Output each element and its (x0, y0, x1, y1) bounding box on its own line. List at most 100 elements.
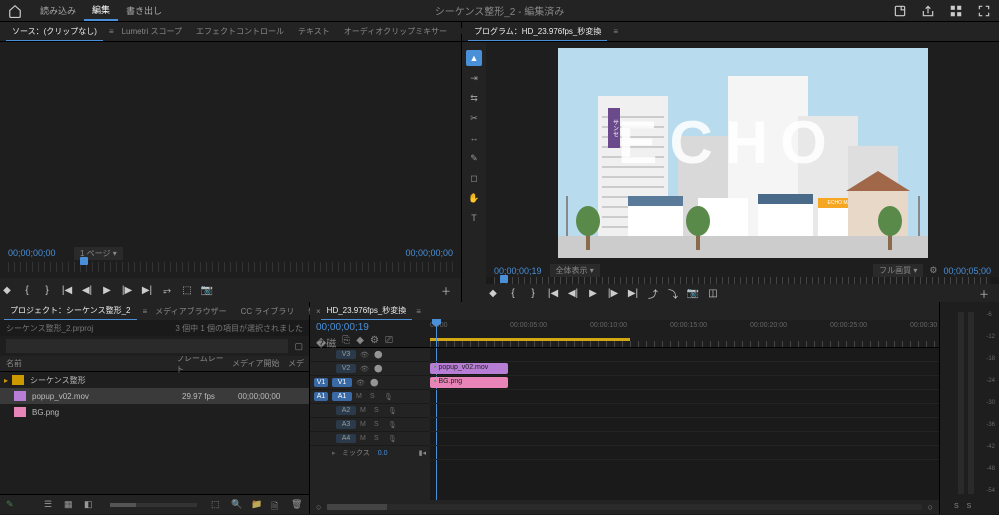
solo-icon[interactable]: S (374, 421, 384, 428)
program-tab[interactable]: プログラム：HD_23.976fps_秒変換 (468, 23, 607, 41)
rectangle-tool-icon[interactable]: ◻ (466, 170, 482, 186)
source-playhead[interactable] (80, 257, 88, 265)
program-playhead[interactable] (500, 275, 508, 283)
razor-tool-icon[interactable]: ✂ (466, 110, 482, 126)
step-forward-icon[interactable]: |▶ (606, 286, 620, 300)
play-icon[interactable]: ▶ (586, 286, 600, 300)
voice-over-icon[interactable]: 🎙 (388, 407, 398, 415)
rw-toggle-icon[interactable]: ✎ (6, 499, 18, 511)
project-tab-cclib[interactable]: CC ライブラリ (235, 303, 301, 320)
source-tab-noclip[interactable]: ソース：(クリップなし) (6, 23, 103, 41)
project-tab-project[interactable]: プロジェクト：シーケンス整形_2 (4, 302, 137, 320)
project-columns[interactable]: 名前 フレームレート メディア開始 メデ (0, 356, 309, 372)
timeline-ruler[interactable]: 00:00 00:00:05:00 00:00:10:00 00:00:15:0… (430, 320, 939, 347)
mark-out-icon[interactable]: } (40, 283, 54, 297)
sync-lock-icon[interactable]: ⚪ (374, 351, 384, 359)
work-area-bar[interactable] (430, 338, 630, 341)
solo-right-icon[interactable]: S (967, 503, 972, 510)
mix-meter-icon[interactable]: ▮◂ (419, 449, 426, 457)
icon-view-icon[interactable]: ▦ (64, 499, 76, 511)
find-icon[interactable]: 🔍 (231, 499, 243, 511)
button-editor-icon[interactable]: ＋ (439, 283, 453, 297)
automate-icon[interactable]: ⬚ (211, 499, 223, 511)
program-monitor[interactable]: ECHO MART サンセ ECHO (486, 42, 999, 264)
track-area[interactable]: ▪ popup_v02.mov ▪ BG.png (430, 348, 939, 500)
workspace-menu-icon[interactable] (949, 4, 963, 18)
delete-icon[interactable]: 🗑 (291, 499, 303, 511)
workspace-tab-edit[interactable]: 編集 (84, 0, 118, 21)
track-v1-header[interactable]: V1 (332, 378, 352, 387)
source-tab-effectcontrols[interactable]: エフェクトコントロール (190, 23, 290, 40)
toggle-output-icon[interactable]: 👁 (360, 365, 370, 373)
sync-lock-icon[interactable]: ⚪ (374, 365, 384, 373)
go-to-in-icon[interactable]: |◀ (546, 286, 560, 300)
solo-left-icon[interactable]: S (954, 503, 959, 510)
panel-menu-icon[interactable]: ≡ (109, 27, 114, 36)
mute-icon[interactable]: M (360, 407, 370, 414)
go-to-in-icon[interactable]: |◀ (60, 283, 74, 297)
timeline-tab-sequence[interactable]: HD_23.976fps_秒変換 (321, 302, 413, 320)
project-row-bin[interactable]: ▸ シーケンス整形 (0, 372, 309, 388)
workspace-tab-import[interactable]: 読み込み (32, 1, 84, 20)
project-row-png[interactable]: BG.png (0, 404, 309, 420)
button-editor-icon[interactable]: ＋ (977, 286, 991, 300)
home-icon[interactable] (8, 4, 22, 18)
panel-menu-icon[interactable]: ≡ (613, 27, 618, 36)
track-select-tool-icon[interactable]: ⇥ (466, 70, 482, 86)
selection-tool-icon[interactable]: ▲ (466, 50, 482, 66)
add-marker-icon[interactable]: ◆ (486, 286, 500, 300)
timeline-zoom-in-icon[interactable]: ○ (928, 502, 933, 512)
play-icon[interactable]: ▶ (100, 283, 114, 297)
source-a1-patch[interactable]: A1 (314, 392, 328, 401)
program-scrubber[interactable] (494, 277, 991, 284)
project-search-input[interactable] (6, 339, 288, 353)
source-tab-audiomixer[interactable]: オーディオクリップミキサー (338, 23, 453, 40)
solo-icon[interactable]: S (374, 435, 384, 442)
voice-over-icon[interactable]: 🎙 (388, 435, 398, 443)
sync-lock-icon[interactable]: ⚪ (370, 379, 380, 387)
panel-menu-icon[interactable]: ≡ (416, 307, 421, 316)
settings-icon[interactable]: ⚙ (929, 265, 937, 276)
fullscreen-icon[interactable] (977, 4, 991, 18)
program-timecode-left[interactable]: 00;00;00;19 (494, 266, 542, 276)
toggle-output-icon[interactable]: 👁 (356, 379, 366, 387)
track-v3-header[interactable]: V3 (336, 350, 356, 359)
list-view-icon[interactable]: ☰ (44, 499, 56, 511)
quick-export-icon[interactable] (893, 4, 907, 18)
mix-value[interactable]: 0.0 (378, 450, 388, 457)
timeline-playhead[interactable] (436, 320, 437, 347)
fit-dropdown[interactable]: 全体表示 ▾ (550, 264, 600, 277)
project-tab-mediabrowser[interactable]: メディアブラウザー (149, 303, 232, 320)
voice-over-icon[interactable]: 🎙 (388, 421, 398, 429)
new-item-icon[interactable]: 🗎 (271, 499, 283, 511)
source-tab-text[interactable]: テキスト (292, 23, 336, 40)
clip-popup-mov[interactable]: ▪ popup_v02.mov (430, 363, 508, 374)
share-icon[interactable] (921, 4, 935, 18)
solo-icon[interactable]: S (374, 407, 384, 414)
step-back-icon[interactable]: ◀| (566, 286, 580, 300)
track-a1-header[interactable]: A1 (332, 392, 352, 401)
source-scrubber[interactable] (8, 262, 453, 272)
timeline-zoom-slider[interactable] (327, 504, 921, 510)
mark-in-icon[interactable]: { (20, 283, 34, 297)
source-timecode-left[interactable]: 00;00;00;00 (8, 248, 56, 258)
panel-menu-icon[interactable]: ≡ (143, 307, 148, 316)
insert-icon[interactable]: ⥅ (160, 283, 174, 297)
mark-out-icon[interactable]: } (526, 286, 540, 300)
quality-dropdown[interactable]: フル画質 ▾ (873, 264, 923, 277)
mark-in-icon[interactable]: { (506, 286, 520, 300)
workspace-tab-export[interactable]: 書き出し (118, 1, 170, 20)
voice-over-icon[interactable]: 🎙 (384, 393, 394, 401)
export-frame-icon[interactable]: 📷 (686, 286, 700, 300)
mute-icon[interactable]: M (360, 421, 370, 428)
track-a3-header[interactable]: A3 (336, 420, 356, 429)
mute-icon[interactable]: M (356, 393, 366, 400)
comparison-view-icon[interactable]: ◫ (706, 286, 720, 300)
step-forward-icon[interactable]: |▶ (120, 283, 134, 297)
new-bin-icon[interactable]: ▢ (294, 341, 303, 352)
track-v2-header[interactable]: V2 (336, 364, 356, 373)
go-to-out-icon[interactable]: ▶| (140, 283, 154, 297)
project-row-mov[interactable]: popup_v02.mov 29.97 fps 00;00;00;00 (0, 388, 309, 404)
timeline-zoom-out-icon[interactable]: ○ (316, 502, 321, 512)
type-tool-icon[interactable]: T (466, 210, 482, 226)
